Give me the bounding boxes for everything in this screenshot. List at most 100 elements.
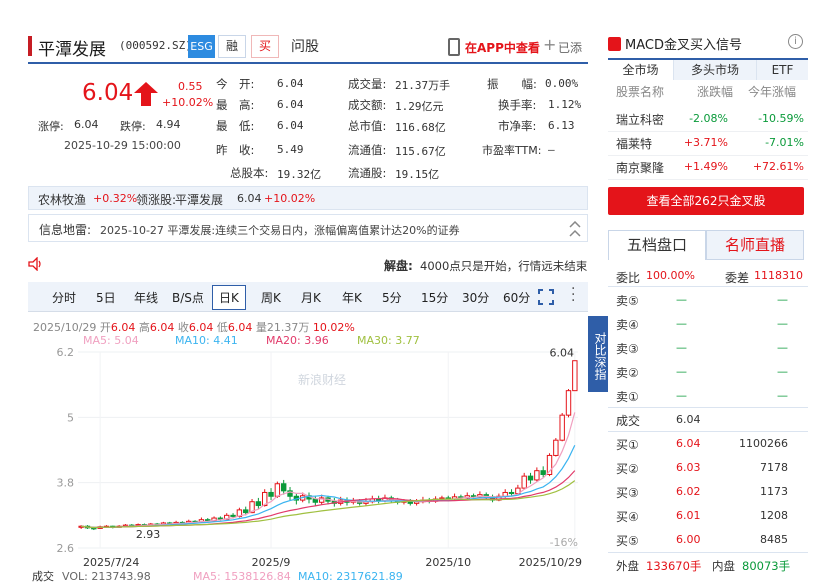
- notice-text[interactable]: 4000点只是开始，行情远未结束: [420, 258, 587, 274]
- book-label: 买③: [616, 486, 639, 500]
- book-volume: 8485: [760, 533, 788, 546]
- signal-change: +1.49%: [683, 160, 728, 173]
- tab-yearline[interactable]: 年线: [134, 289, 158, 306]
- current-price: 6.04: [82, 80, 134, 106]
- compare-sz-button[interactable]: 对比深指: [588, 316, 608, 392]
- margin-tag[interactable]: 融: [218, 35, 246, 58]
- view-all-button[interactable]: 查看全部262只金叉股: [608, 187, 804, 215]
- title-accent: [28, 36, 32, 56]
- tab-15min[interactable]: 15分: [421, 289, 448, 306]
- ma30-legend: MA30: 3.77: [357, 334, 420, 347]
- book-price: 6.00: [676, 533, 701, 546]
- book-label: 卖②: [616, 366, 639, 380]
- sector-name[interactable]: 农林牧渔: [38, 191, 86, 208]
- tab-live-master[interactable]: 名师直播: [706, 230, 804, 260]
- float-cap-value: 115.67亿: [395, 145, 446, 158]
- kline-svg[interactable]: 6.2 5 3.8 2.6 2025/7/24 2025/9 2025/10 2025/10/…: [28, 348, 588, 586]
- tab-daily-k[interactable]: 日K: [212, 285, 246, 310]
- tab-5day[interactable]: 5日: [96, 289, 116, 306]
- thunder-label: 信息地雷:: [39, 223, 92, 237]
- sell-row: 卖① — —: [608, 384, 808, 408]
- ci-vol: 21.37万: [266, 321, 310, 334]
- book-volume: —: [777, 317, 788, 330]
- chart-ohlc-info: 2025/10/29 开6.04 高6.04 收6.04 低6.04 量21.3…: [33, 319, 355, 335]
- tab-30min[interactable]: 30分: [462, 289, 489, 306]
- market-cap-value: 116.68亿: [395, 121, 446, 134]
- leader-stock[interactable]: 平潭发展: [175, 191, 223, 208]
- tab-timeshare[interactable]: 分时: [52, 289, 76, 306]
- book-price: 6.03: [676, 461, 701, 474]
- book-price: 6.04: [676, 437, 701, 450]
- col-stock-name: 股票名称: [616, 85, 665, 99]
- candle-body: [375, 498, 382, 502]
- quote-time: 2025-10-29 15:00:00: [64, 139, 181, 152]
- tab-all-market[interactable]: 全市场: [608, 60, 674, 80]
- added-status[interactable]: 已添: [558, 39, 582, 56]
- low-marker: 2.93: [136, 528, 161, 541]
- book-label: 买④: [616, 510, 639, 524]
- buy-row: 买④ 6.01 1208: [608, 504, 808, 528]
- tab-order-book[interactable]: 五档盘口: [608, 230, 706, 260]
- prev-close-label: 昨 收:: [216, 143, 255, 157]
- tab-monthly-k[interactable]: 月K: [301, 289, 321, 306]
- esg-tag[interactable]: ESG: [188, 35, 215, 58]
- book-volume: —: [777, 293, 788, 306]
- book-volume: 7178: [760, 461, 788, 474]
- vol-title: 成交: [32, 569, 54, 583]
- more-menu-icon[interactable]: · · ·: [571, 282, 575, 308]
- ask-stock-link[interactable]: 问股: [291, 36, 319, 56]
- pct-marker: -16%: [550, 536, 578, 549]
- open-label: 今 开:: [216, 77, 255, 91]
- open-value: 6.04: [277, 77, 304, 90]
- fullscreen-icon[interactable]: [538, 289, 554, 305]
- tab-5min[interactable]: 5分: [382, 289, 402, 306]
- book-price: —: [676, 293, 687, 306]
- deal-row: 成交 6.04: [608, 408, 808, 432]
- low-value: 6.04: [277, 119, 304, 132]
- signal-row[interactable]: 瑞立科密 -2.08% -10.59%: [608, 108, 808, 132]
- tab-etf[interactable]: ETF: [757, 60, 808, 80]
- tab-yearly-k[interactable]: 年K: [342, 289, 362, 306]
- inner-label: 内盘: [712, 559, 735, 573]
- weibi-label: 委比: [616, 271, 641, 285]
- tab-bs-point[interactable]: B/S点: [172, 289, 204, 306]
- book-price: 6.02: [676, 485, 701, 498]
- signal-ytd: -10.59%: [758, 112, 804, 125]
- weibi-value: 100.00%: [646, 269, 695, 282]
- weicha-value: 1118310: [754, 269, 803, 282]
- signal-row[interactable]: 福莱特 +3.71% -7.01%: [608, 132, 808, 156]
- total-shares-value: 19.32亿: [277, 168, 322, 181]
- candle-body: [274, 483, 281, 497]
- app-view-link[interactable]: 在APP中查看: [465, 39, 540, 56]
- ci-open: 6.04: [110, 321, 136, 334]
- y-tick-label: 3.8: [57, 477, 75, 490]
- ma20-legend: MA20: 3.96: [266, 334, 329, 347]
- thunder-text[interactable]: 2025-10-27 平潭发展:连续三个交易日内，涨幅偏离值累计达20%的证券: [100, 222, 460, 238]
- market-cap-label: 总市值:: [348, 119, 387, 133]
- turnover-value: 1.12%: [548, 98, 582, 111]
- sell-row: 卖③ — —: [608, 336, 808, 360]
- collapse-chevrons-icon[interactable]: [569, 221, 581, 237]
- kline-chart: 2025/10/29 开6.04 高6.04 收6.04 低6.04 量21.3…: [28, 312, 608, 586]
- outer-value: 133670手: [646, 559, 702, 573]
- amplitude-label: 振 幅:: [487, 77, 537, 91]
- price-change-pct: +10.02%: [162, 96, 214, 109]
- turnover-label: 换手率:: [498, 98, 537, 112]
- limit-up-label: 涨停:: [38, 120, 64, 133]
- info-icon[interactable]: i: [788, 34, 803, 49]
- book-price: —: [676, 389, 687, 402]
- signal-row[interactable]: 南京聚隆 +1.49% +72.61%: [608, 156, 808, 180]
- x-tick-label: 2025/10: [425, 556, 471, 569]
- up-arrow-icon: [134, 82, 158, 106]
- prev-close-value: 5.49: [277, 143, 304, 156]
- buy-tag[interactable]: 买: [251, 35, 279, 58]
- info-thunder: 信息地雷: 2025-10-27 平潭发展:连续三个交易日内，涨幅偏离值累计达2…: [28, 214, 588, 242]
- book-price: 6.04: [676, 413, 701, 426]
- ci-high: 6.04: [149, 321, 175, 334]
- candle-body: [280, 483, 287, 492]
- tab-bull-market[interactable]: 多头市场: [674, 60, 757, 80]
- leader-pct: +10.02%: [264, 192, 316, 205]
- ci-open-label: 开: [99, 321, 111, 334]
- tab-60min[interactable]: 60分: [503, 289, 530, 306]
- tab-weekly-k[interactable]: 周K: [261, 289, 281, 306]
